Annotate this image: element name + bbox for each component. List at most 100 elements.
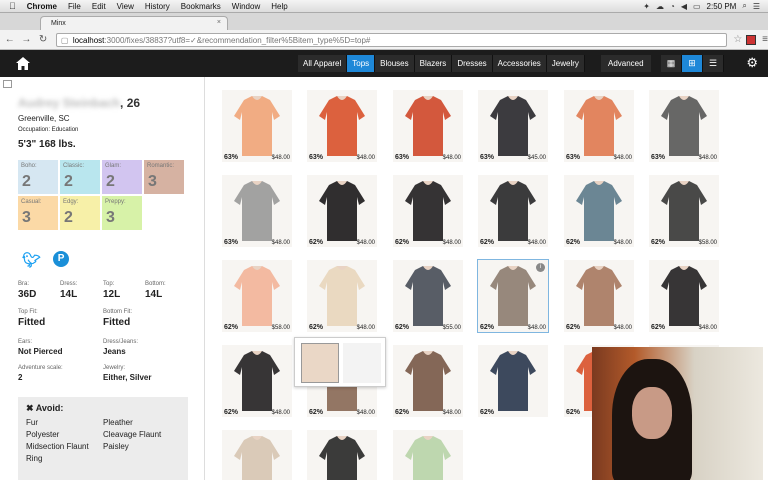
product-card[interactable]: 63% $48.00 [222, 175, 292, 247]
pinterest-icon[interactable]: P [53, 251, 70, 267]
match-percent: 63% [480, 154, 495, 161]
attr-value: Not Pierced [18, 347, 63, 356]
product-card[interactable]: 62% $58.00 [649, 175, 719, 247]
browser-tab[interactable]: Minx × [40, 16, 228, 30]
match-percent: 63% [224, 154, 239, 161]
product-card[interactable]: 62% $48.00 [564, 175, 634, 247]
product-price: $48.00 [613, 325, 632, 331]
product-card[interactable] [222, 430, 292, 480]
menu-edit[interactable]: Edit [92, 2, 106, 11]
small-grid-icon[interactable]: ⊞ [682, 55, 703, 72]
match-percent: 62% [309, 239, 324, 246]
menu-help[interactable]: Help [271, 2, 287, 11]
product-card[interactable]: 62% $48.00 [649, 260, 719, 332]
tab-accessories[interactable]: Accessories [492, 55, 547, 72]
product-card[interactable]: 63% $48.00 [307, 90, 377, 162]
advanced-button[interactable]: Advanced [601, 55, 651, 72]
product-price: $48.00 [613, 155, 632, 161]
attr-label: Dress/Jeans: [103, 339, 139, 345]
product-card[interactable]: 63% $45.00 [478, 90, 548, 162]
product-card[interactable]: 63% $48.00 [564, 90, 634, 162]
product-card[interactable]: 62% $48.00 [393, 345, 463, 417]
tab-dresses[interactable]: Dresses [452, 55, 493, 72]
info-icon[interactable]: i [536, 263, 545, 272]
clock[interactable]: 2:50 PM [707, 2, 737, 11]
address-bar[interactable]: ▢ localhost:3000/fixes/38837?utf8=✓&reco… [55, 32, 728, 47]
product-card[interactable]: 62% $48.00 [393, 175, 463, 247]
compare-thumb[interactable] [301, 343, 339, 383]
product-image [222, 345, 292, 417]
avoid-column: Fur Polyester Midsection Flaunt Ring [26, 417, 103, 465]
compare-thumb[interactable] [343, 343, 381, 383]
product-card[interactable]: 62% $58.00 [222, 260, 292, 332]
bookmark-star-icon[interactable]: ☆ [733, 34, 742, 45]
home-button[interactable] [0, 50, 46, 77]
product-image [478, 345, 548, 417]
close-tab-icon[interactable]: × [217, 19, 221, 26]
attr-value: 12L [103, 289, 121, 300]
tab-tops[interactable]: Tops [347, 55, 376, 72]
menu-app[interactable]: Chrome [27, 2, 57, 11]
product-card[interactable]: 62% $48.00 [478, 175, 548, 247]
match-percent: 62% [566, 324, 581, 331]
client-size: 5'3" 168 lbs. [18, 139, 76, 150]
product-card[interactable]: 62% [478, 345, 548, 417]
style-label: Glam: [105, 163, 122, 169]
product-price: $48.00 [271, 410, 290, 416]
avoid-title: ✖ Avoid: [26, 403, 64, 413]
product-card[interactable]: 62% $48.00 [222, 345, 292, 417]
product-image [307, 260, 377, 332]
style-tile-boho: Boho: 2 [18, 160, 58, 194]
tab-blouses[interactable]: Blouses [375, 55, 415, 72]
product-card[interactable]: 63% $48.00 [222, 90, 292, 162]
menu-view[interactable]: View [117, 2, 134, 11]
mac-menubar:  Chrome File Edit View History Bookmark… [0, 0, 768, 13]
large-grid-icon[interactable]: ▦ [661, 55, 682, 72]
product-card[interactable]: 63% $48.00 [649, 90, 719, 162]
product-card[interactable] [393, 430, 463, 480]
product-card[interactable]: 62% $48.00 [307, 175, 377, 247]
extension-icon[interactable] [746, 34, 757, 45]
forward-icon[interactable]: → [20, 34, 34, 45]
product-image [393, 175, 463, 247]
wifi-icon[interactable]: ◔ [670, 2, 675, 11]
attr-top-fit: Top Fit: Fitted [18, 309, 45, 328]
style-label: Preppy: [105, 199, 126, 205]
product-card[interactable]: 62% $55.00 [393, 260, 463, 332]
client-location: Greenville, SC [18, 114, 70, 123]
list-icon[interactable]: ☰ [753, 2, 760, 11]
tab-blazers[interactable]: Blazers [414, 55, 453, 72]
product-card[interactable]: 62% $48.00 i [477, 259, 549, 333]
menu-history[interactable]: History [145, 2, 170, 11]
attr-bottom: Bottom: 14L [145, 281, 166, 300]
status-icon[interactable]: ✦ [643, 2, 650, 11]
search-icon[interactable]: ⌕ [742, 1, 746, 11]
tab-jewelry[interactable]: Jewelry [546, 55, 585, 72]
client-name: Audrey Steinbach, 26 [18, 96, 140, 110]
menu-file[interactable]: File [68, 2, 81, 11]
list-view-icon[interactable]: ☰ [703, 55, 724, 72]
apple-icon[interactable]:  [9, 1, 16, 11]
tab-all-apparel[interactable]: All Apparel [298, 55, 348, 72]
back-icon[interactable]: ← [3, 34, 17, 45]
match-percent: 63% [395, 154, 410, 161]
sync-icon[interactable]: ☁ [656, 2, 664, 11]
product-card[interactable] [307, 430, 377, 480]
attr-value: Either, Silver [103, 373, 152, 382]
collapse-sidebar-icon[interactable] [3, 80, 12, 88]
tab-title: Minx [51, 20, 66, 27]
reload-icon[interactable]: ↻ [36, 34, 50, 45]
menu-bookmarks[interactable]: Bookmarks [181, 2, 221, 11]
client-name-blurred: Audrey Steinbach [18, 96, 121, 110]
battery-icon[interactable]: ▭ [693, 2, 701, 11]
volume-icon[interactable]: ◀ [681, 2, 687, 11]
gear-icon[interactable]: ⚙ [746, 55, 758, 71]
product-card[interactable]: 62% $48.00 [307, 260, 377, 332]
chrome-menu-icon[interactable]: ≡ [762, 34, 768, 45]
style-value: 3 [148, 173, 157, 190]
twitter-icon[interactable]: 🐦︎ [22, 251, 41, 269]
product-card[interactable]: 63% $48.00 [393, 90, 463, 162]
menu-window[interactable]: Window [232, 2, 260, 11]
attr-top: Top: 12L [103, 281, 120, 300]
product-card[interactable]: 62% $48.00 [564, 260, 634, 332]
